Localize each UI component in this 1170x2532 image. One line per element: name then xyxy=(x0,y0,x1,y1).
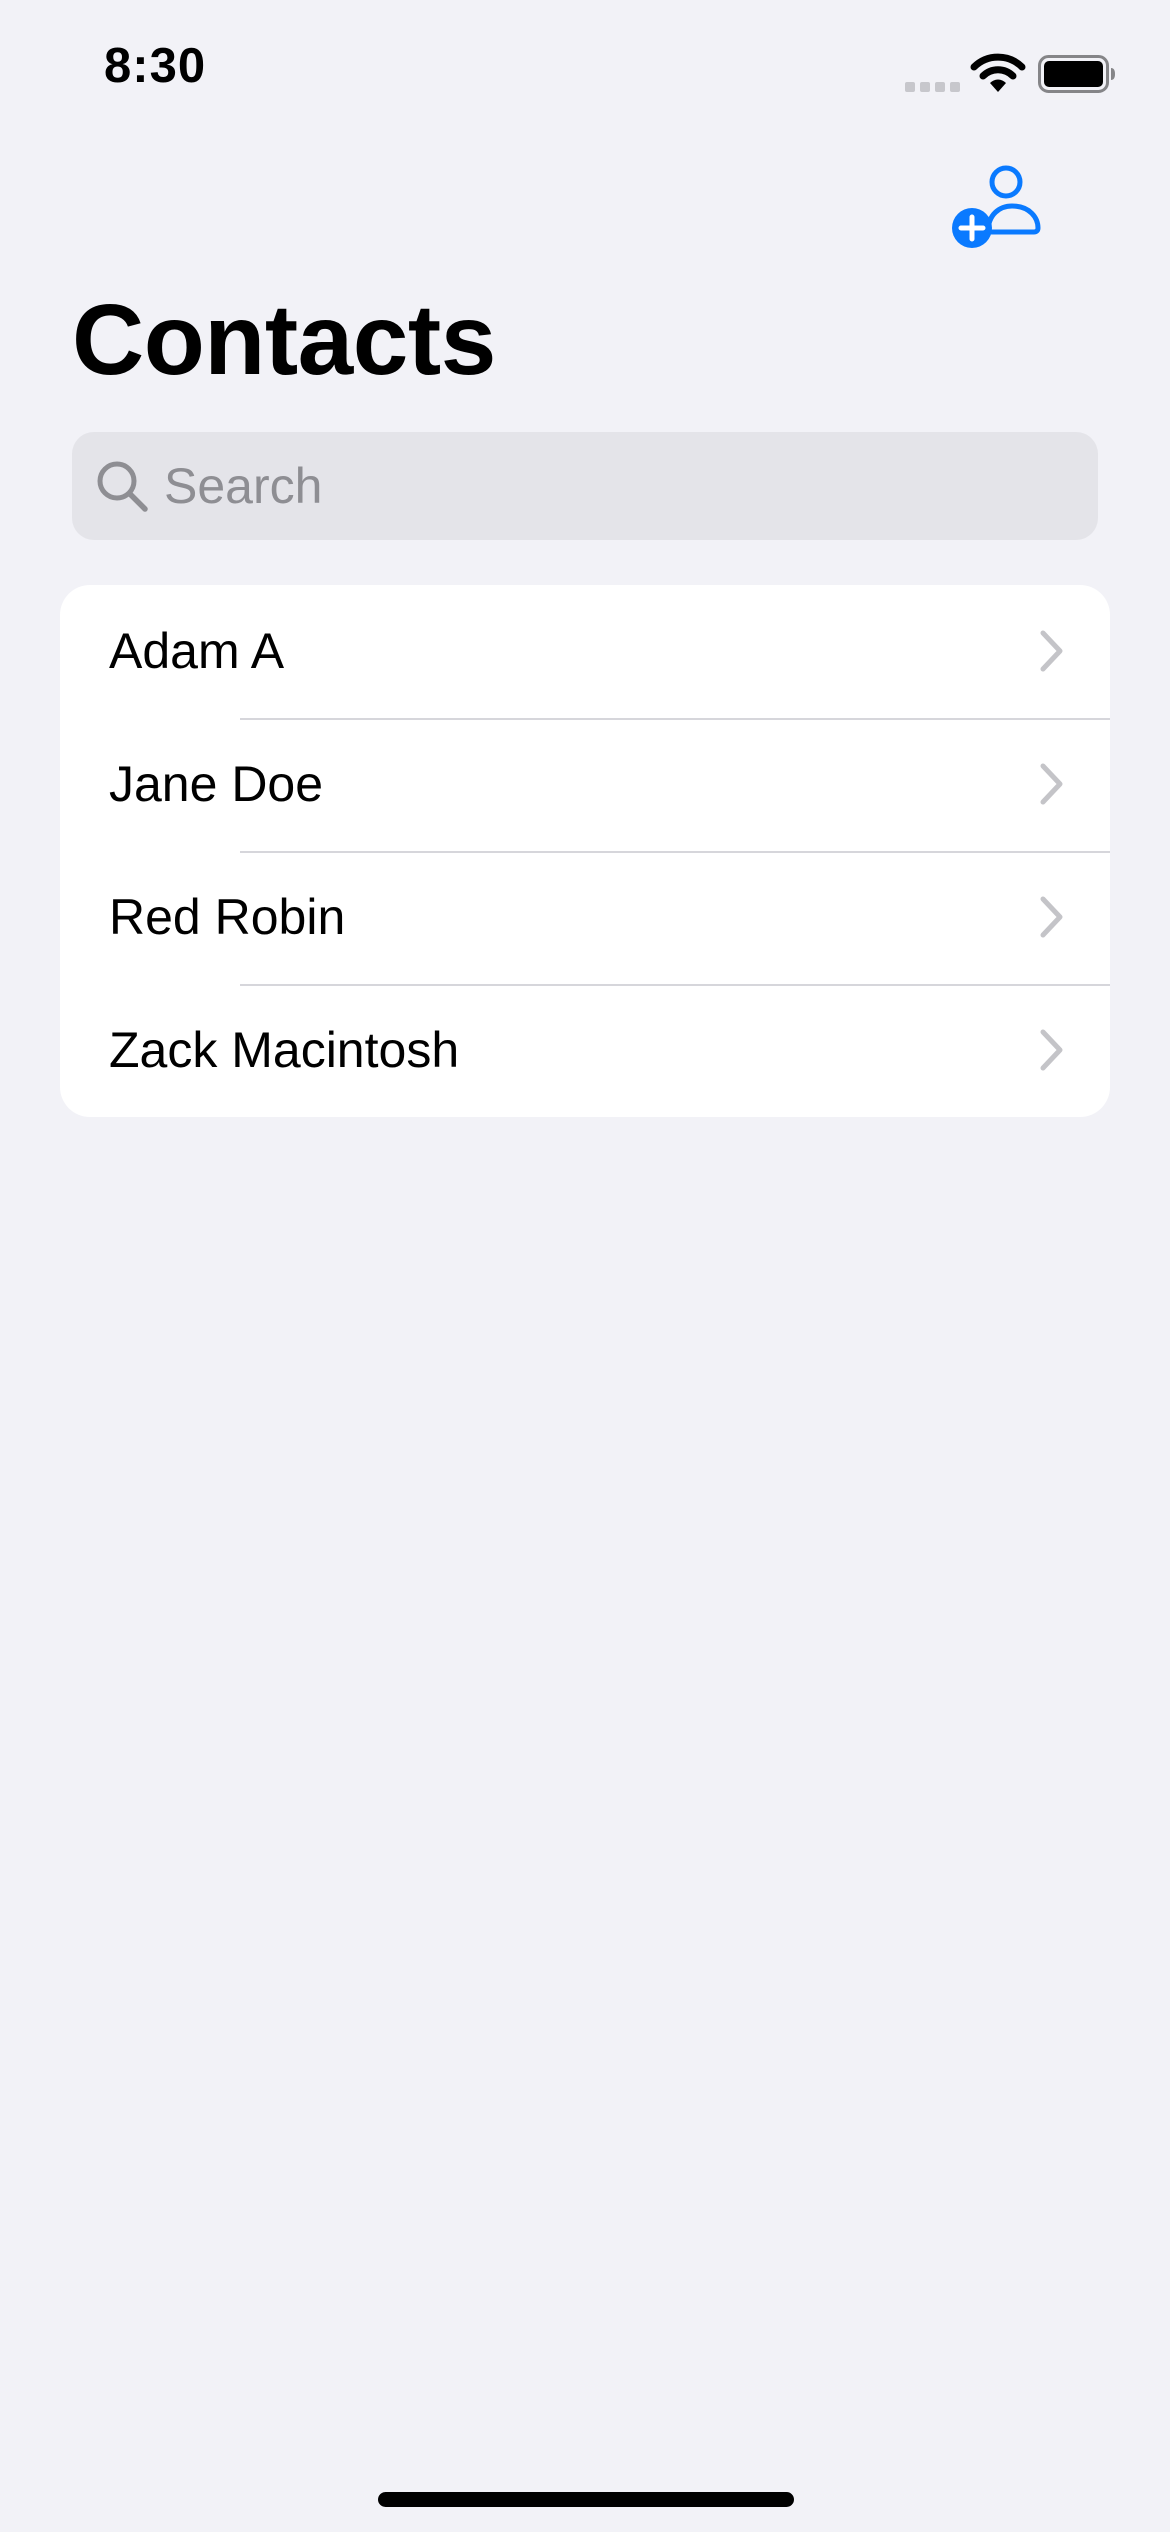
chevron-right-icon xyxy=(1040,1029,1063,1071)
contact-row-zack-macintosh[interactable]: Zack Macintosh xyxy=(60,984,1110,1117)
home-indicator[interactable] xyxy=(378,2492,794,2507)
status-bar: 8:30 xyxy=(0,0,1170,140)
chevron-right-icon xyxy=(1040,763,1063,805)
page-title: Contacts xyxy=(72,284,496,396)
chevron-right-icon xyxy=(1040,630,1063,672)
contact-name: Zack Macintosh xyxy=(109,1022,460,1078)
contact-name: Adam A xyxy=(109,623,285,679)
battery-icon xyxy=(1038,55,1115,93)
status-time: 8:30 xyxy=(104,39,207,93)
contact-list: Adam A Jane Doe Red Robin Zack Macintosh xyxy=(60,585,1110,1117)
cellular-signal-icon xyxy=(905,82,960,92)
add-contact-button[interactable] xyxy=(950,158,1046,254)
contact-name: Red Robin xyxy=(109,889,346,945)
search-bar[interactable] xyxy=(72,432,1098,540)
contact-row-red-robin[interactable]: Red Robin xyxy=(60,851,1110,984)
contact-row-adam-a[interactable]: Adam A xyxy=(60,585,1110,718)
chevron-right-icon xyxy=(1040,896,1063,938)
contact-name: Jane Doe xyxy=(109,756,324,812)
search-icon xyxy=(97,461,148,512)
add-person-icon xyxy=(952,165,1041,248)
search-input[interactable] xyxy=(164,432,1064,540)
wifi-icon xyxy=(970,53,1026,92)
contact-row-jane-doe[interactable]: Jane Doe xyxy=(60,718,1110,851)
